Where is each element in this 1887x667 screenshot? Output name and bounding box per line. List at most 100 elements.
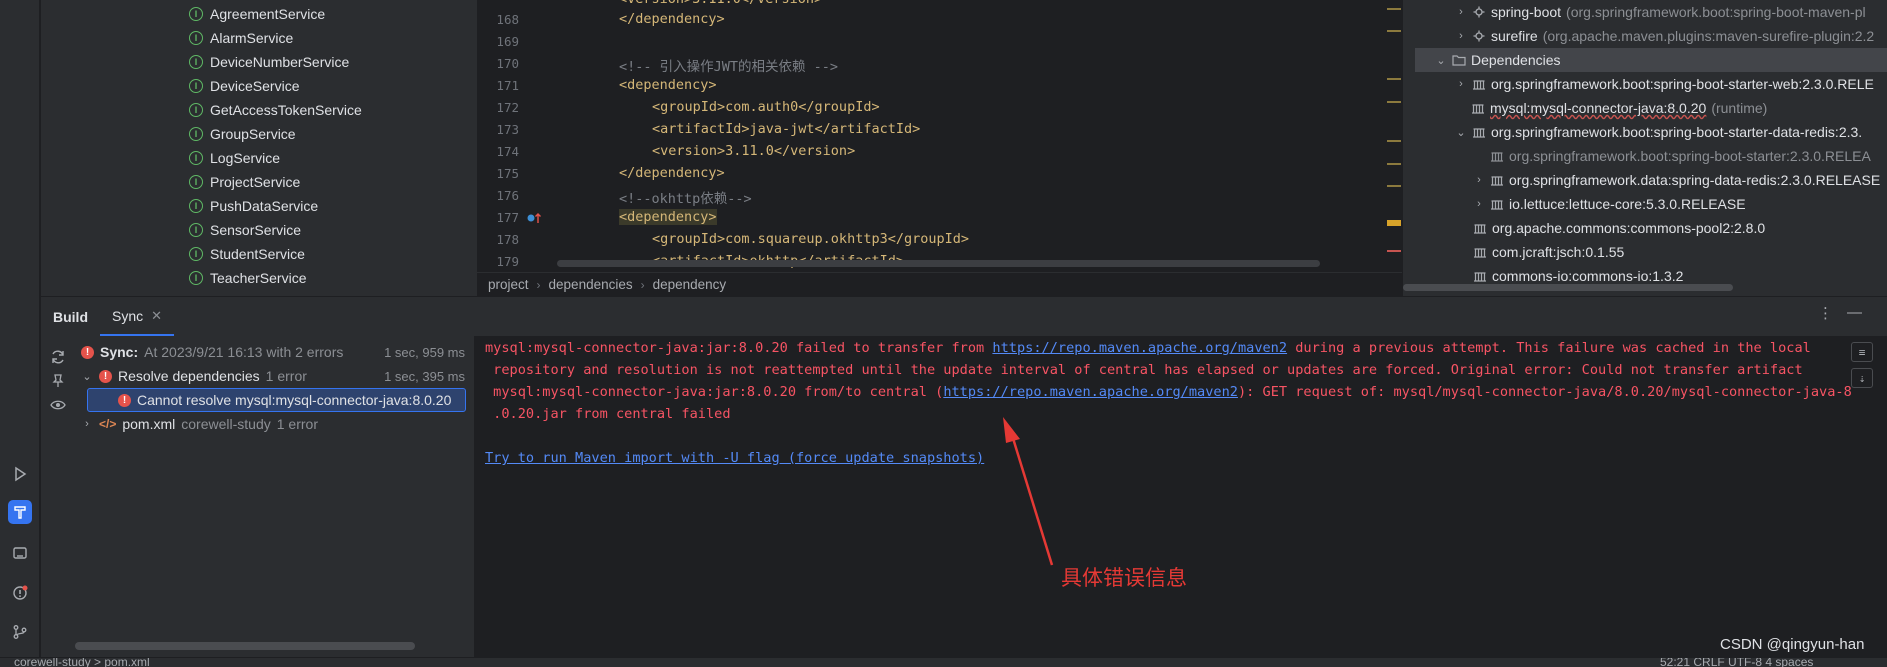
dependency-row[interactable]: › org.springframework.boot:spring-boot-s… [1455, 72, 1874, 96]
tree-item-label: AgreementService [210, 6, 326, 22]
error-stripe[interactable] [1385, 0, 1402, 268]
pom-row[interactable]: › </> pom.xml corewell-study 1 error [81, 412, 471, 436]
error-icon: ! [81, 345, 94, 359]
pom-label: pom.xml [122, 416, 176, 432]
status-info[interactable]: 52:21 CRLF UTF-8 4 spaces [1660, 658, 1813, 667]
warning-marker [1387, 185, 1401, 187]
chevron-right-icon: › [1477, 198, 1481, 210]
error-marker [1387, 250, 1401, 252]
force-update-link[interactable]: Try to run Maven import with -U flag (fo… [485, 450, 984, 466]
interface-icon: I [189, 127, 203, 141]
pom-error-count: 1 error [276, 416, 318, 432]
interface-icon: I [189, 199, 203, 213]
dependency-name: io.lettuce:lettuce-core:5.3.0.RELEASE [1509, 196, 1746, 212]
code-line-highlighted: <dependency> [619, 209, 717, 225]
tree-item[interactable]: I AlarmService [189, 27, 293, 49]
folder-icon [1452, 55, 1466, 66]
tree-item[interactable]: I SensorService [189, 219, 301, 241]
gutter-override-icon[interactable] [526, 211, 544, 225]
library-icon [1491, 200, 1503, 210]
run-icon[interactable] [8, 462, 32, 486]
chevron-down-icon: ⌄ [1436, 54, 1446, 67]
breadcrumb-separator-icon: › [640, 277, 645, 292]
line-number: 179 [496, 254, 519, 269]
close-icon[interactable]: ✕ [151, 308, 162, 324]
line-number: 175 [496, 166, 519, 181]
maven-horizontal-scrollbar[interactable] [1403, 284, 1733, 291]
scroll-to-end-icon[interactable]: ⇣ [1851, 368, 1873, 388]
sync-icon[interactable] [49, 348, 67, 366]
resolve-deps-row[interactable]: ⌄ ! Resolve dependencies 1 error 1 sec, … [81, 364, 471, 388]
breadcrumb: project › dependencies › dependency [477, 272, 1402, 296]
dependency-row[interactable]: mysql:mysql-connector-java:8.0.20 (runti… [1471, 96, 1767, 120]
repo-link[interactable]: https://repo.maven.apache.org/maven2 [943, 384, 1238, 400]
maven-dependencies-node[interactable]: ⌄ Dependencies [1415, 48, 1887, 72]
resolve-error-count: 1 error [265, 368, 307, 384]
tree-item[interactable]: I GroupService [189, 123, 296, 145]
tree-item[interactable]: I StudentService [189, 243, 305, 265]
status-breadcrumb[interactable]: corewell-study > pom.xml [14, 658, 150, 667]
warning-marker [1387, 78, 1401, 80]
tree-item[interactable]: I LogService [189, 147, 280, 169]
build-console-output[interactable]: mysql:mysql-connector-java:jar:8.0.20 fa… [474, 336, 1887, 657]
dependency-row[interactable]: ⌄ org.springframework.boot:spring-boot-s… [1455, 120, 1862, 144]
library-icon [1473, 80, 1485, 90]
minimize-icon[interactable]: — [1847, 304, 1862, 322]
build-tree-scrollbar[interactable] [75, 642, 415, 650]
git-icon[interactable] [8, 620, 32, 644]
tree-item-label: StudentService [210, 246, 305, 262]
dependency-row[interactable]: › io.lettuce:lettuce-core:5.3.0.RELEASE [1473, 192, 1746, 216]
eye-icon[interactable] [49, 396, 67, 414]
tree-item[interactable]: I TeacherService [189, 267, 307, 289]
code-line: </dependency> [619, 11, 725, 27]
interface-icon: I [189, 247, 203, 261]
breadcrumb-item[interactable]: dependencies [549, 277, 633, 292]
more-options-icon[interactable]: ⋮ [1818, 304, 1833, 322]
editor-horizontal-scrollbar[interactable] [557, 260, 1320, 267]
build-tool-window-header: Build Sync ✕ [41, 296, 1887, 336]
dependency-row[interactable]: › org.springframework.data:spring-data-r… [1473, 168, 1880, 192]
interface-icon: I [189, 31, 203, 45]
tree-item[interactable]: I AgreementService [189, 3, 325, 25]
dependency-row[interactable]: org.apache.commons:commons-pool2:2.8.0 [1473, 216, 1765, 240]
problems-icon[interactable] [8, 581, 32, 605]
dependency-name: org.springframework.boot:spring-boot-sta… [1491, 76, 1874, 92]
resolve-duration: 1 sec, 395 ms [384, 368, 465, 384]
plugin-detail: (org.apache.maven.plugins:maven-surefire… [1542, 28, 1875, 44]
build-tool-icon[interactable] [8, 500, 32, 524]
interface-icon: I [189, 79, 203, 93]
sync-detail: At 2023/9/21 16:13 with 2 errors [144, 344, 344, 360]
dependency-name-omitted: org.springframework.boot:spring-boot-sta… [1509, 148, 1871, 164]
code-editor[interactable]: <version>3.11.0</version> 168 </dependen… [477, 0, 1402, 296]
error-item-row[interactable]: ! Cannot resolve mysql:mysql-connector-j… [87, 388, 466, 412]
console-text: ): GET request of: mysql/mysql-connector… [1237, 384, 1852, 400]
dependency-row[interactable]: org.springframework.boot:spring-boot-sta… [1490, 144, 1871, 168]
tree-item[interactable]: I ProjectService [189, 171, 300, 193]
tree-item[interactable]: I DeviceNumberService [189, 51, 349, 73]
dependency-name: org.springframework.boot:spring-boot-sta… [1491, 124, 1863, 140]
maven-plugin-row[interactable]: › surefire (org.apache.maven.plugins:mav… [1455, 24, 1874, 48]
breadcrumb-item[interactable]: project [488, 277, 529, 292]
breadcrumb-item[interactable]: dependency [653, 277, 727, 292]
code-line: <artifactId>java-jwt</artifactId> [652, 121, 921, 137]
dependency-name: org.apache.commons:commons-pool2:2.8.0 [1492, 220, 1766, 236]
terminal-icon[interactable] [8, 541, 32, 565]
chevron-right-icon: › [1459, 6, 1463, 18]
tree-item[interactable]: I GetAccessTokenService [189, 99, 362, 121]
dependency-row[interactable]: com.jcraft:jsch:0.1.55 [1473, 240, 1624, 264]
pin-icon[interactable] [49, 372, 67, 390]
error-item-label: Cannot resolve mysql:mysql-connector-jav… [137, 392, 452, 408]
warning-marker [1387, 30, 1401, 32]
tab-sync[interactable]: Sync ✕ [100, 297, 175, 336]
tree-item[interactable]: I DeviceService [189, 75, 299, 97]
tree-item-label: GetAccessTokenService [210, 102, 362, 118]
tree-item[interactable]: I PushDataService [189, 195, 318, 217]
tree-item-label: LogService [210, 150, 281, 166]
soft-wrap-icon[interactable]: ≡ [1851, 342, 1873, 362]
repo-link[interactable]: https://repo.maven.apache.org/maven2 [992, 340, 1287, 356]
breadcrumb-separator-icon: › [536, 277, 541, 292]
tree-item-label: DeviceService [210, 78, 300, 94]
sync-result-row[interactable]: ! Sync: At 2023/9/21 16:13 with 2 errors… [81, 340, 471, 364]
maven-plugin-row[interactable]: › spring-boot (org.springframework.boot:… [1455, 0, 1865, 24]
tool-window-strip [0, 0, 40, 667]
